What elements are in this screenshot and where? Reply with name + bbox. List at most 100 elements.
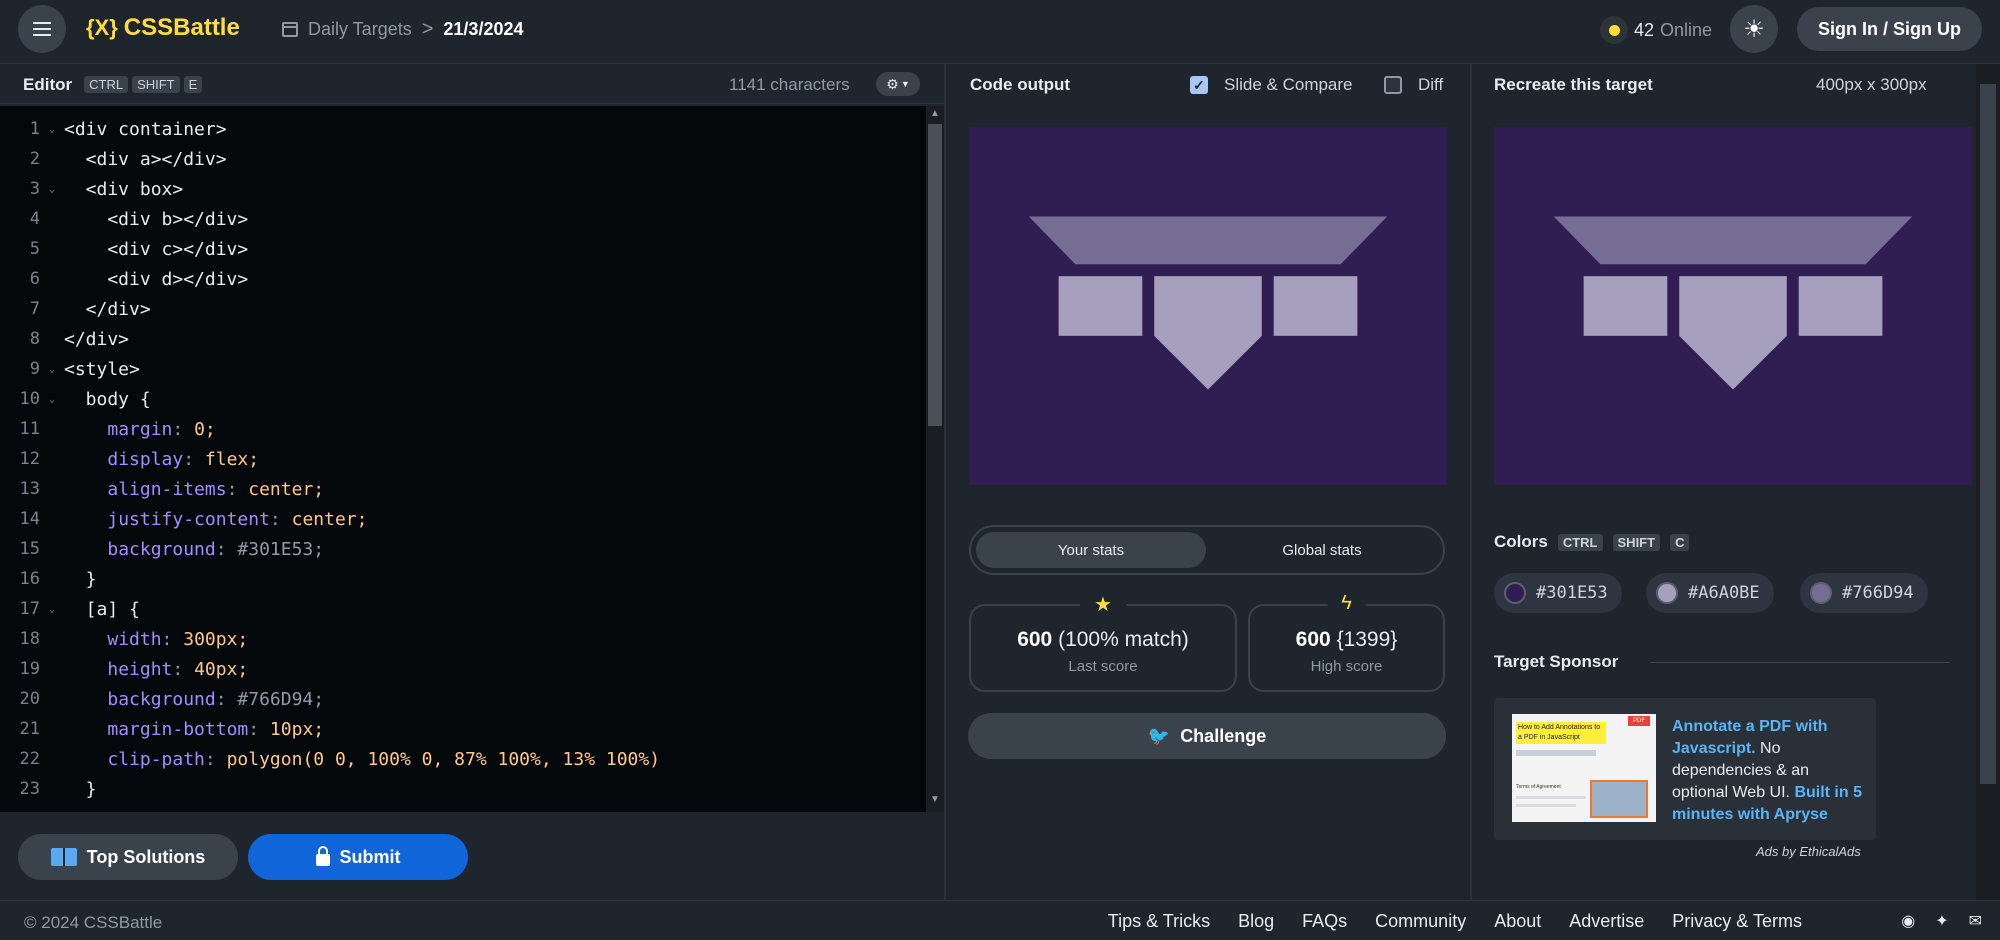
code-line[interactable]: 7 </div>	[0, 294, 926, 324]
breadcrumb-separator: >	[421, 18, 434, 40]
footer-social: ◉ ✦ ✉	[1901, 911, 1982, 931]
code-line[interactable]: 8 </div>	[0, 324, 926, 354]
fold-icon[interactable]: ⌄	[40, 124, 64, 135]
footer-link-tips[interactable]: Tips & Tricks	[1108, 911, 1210, 932]
code-line[interactable]: 20 background: #766D94;	[0, 684, 926, 714]
code-line[interactable]: 16 }	[0, 564, 926, 594]
slide-compare-label[interactable]: Slide & Compare	[1224, 75, 1353, 95]
line-number: 18	[19, 629, 40, 649]
twitter-icon[interactable]: ✦	[1935, 911, 1948, 931]
colors-heading: Colors CTRL SHIFT C	[1494, 532, 1690, 552]
ad-link[interactable]: Annotate a PDF with Javascript.	[1672, 718, 1828, 757]
editor-header: Editor CTRL SHIFT E 1141 characters ⚙ ▼	[0, 66, 944, 104]
line-number: 5	[29, 239, 40, 259]
menu-button[interactable]	[18, 5, 66, 53]
fold-icon[interactable]: ⌄	[40, 364, 64, 375]
code-line[interactable]: 12 display: flex;	[0, 444, 926, 474]
character-count: 1141 characters	[729, 75, 850, 94]
panel-divider[interactable]	[1470, 64, 1472, 900]
last-score-line: 600 (100% match)	[971, 628, 1235, 652]
code-line[interactable]: 5 <div c></div>	[0, 234, 926, 264]
code-line[interactable]: 3 ⌄ <div box>	[0, 174, 926, 204]
footer-link-community[interactable]: Community	[1375, 911, 1466, 932]
color-hex: #301E53	[1536, 583, 1608, 603]
color-swatch[interactable]: #301E53	[1494, 573, 1622, 613]
code-line[interactable]: 4 <div b></div>	[0, 204, 926, 234]
code-line[interactable]: 21 margin-bottom: 10px;	[0, 714, 926, 744]
diff-label[interactable]: Diff	[1418, 75, 1443, 95]
panel-divider[interactable]	[944, 64, 946, 900]
footer-link-about[interactable]: About	[1494, 911, 1541, 932]
footer-link-blog[interactable]: Blog	[1238, 911, 1274, 932]
code-text: margin: 0;	[107, 418, 216, 440]
footer-link-advertise[interactable]: Advertise	[1569, 911, 1644, 932]
mail-icon[interactable]: ✉	[1969, 911, 1982, 931]
scroll-down-icon[interactable]: ▼	[926, 794, 944, 810]
scroll-up-icon[interactable]: ▲	[926, 108, 944, 124]
code-line[interactable]: 18 width: 300px;	[0, 624, 926, 654]
code-line[interactable]: 10 ⌄ body {	[0, 384, 926, 414]
code-output-preview[interactable]	[969, 127, 1447, 485]
logo[interactable]: {X} CSSBattle	[86, 14, 240, 42]
discord-icon[interactable]: ◉	[1901, 911, 1915, 931]
sponsor-ad[interactable]: How to Add Annotations to a PDF in JavaS…	[1494, 698, 1876, 840]
code-line[interactable]: 2 <div a></div>	[0, 144, 926, 174]
fold-icon[interactable]: ⌄	[40, 184, 64, 195]
line-number: 10	[19, 389, 40, 409]
code-line[interactable]: 15 background: #301E53;	[0, 534, 926, 564]
book-icon	[50, 848, 77, 866]
footer-link-privacy[interactable]: Privacy & Terms	[1672, 911, 1802, 932]
submit-button[interactable]: Submit	[248, 834, 468, 880]
code-line[interactable]: 13 align-items: center;	[0, 474, 926, 504]
last-score-card: ★ 600 (100% match) Last score	[969, 592, 1237, 692]
color-swatch[interactable]: #A6A0BE	[1646, 573, 1774, 613]
breadcrumb-date: 21/3/2024	[443, 19, 524, 39]
theme-toggle-button[interactable]: ☀	[1730, 5, 1778, 53]
footer-link-faqs[interactable]: FAQs	[1302, 911, 1347, 932]
fold-icon[interactable]: ⌄	[40, 604, 64, 615]
line-number: 3	[29, 179, 40, 199]
trapezoid-shape	[1028, 216, 1388, 265]
line-number: 19	[19, 659, 40, 679]
tab-global-stats[interactable]: Global stats	[1207, 532, 1437, 568]
tab-your-stats[interactable]: Your stats	[976, 532, 1206, 568]
code-text: <div d></div>	[64, 268, 249, 290]
page-scrollbar-thumb[interactable]	[1980, 84, 1996, 784]
color-dot	[1656, 582, 1678, 604]
breadcrumb-daily-targets[interactable]: Daily Targets	[308, 19, 412, 40]
ad-text[interactable]: Annotate a PDF with Javascript. No depen…	[1672, 716, 1868, 826]
code-text: background: #301E53;	[107, 538, 325, 560]
code-line[interactable]: 6 <div d></div>	[0, 264, 926, 294]
slide-compare-checkbox[interactable]: ✓	[1190, 76, 1208, 94]
fold-icon[interactable]: ⌄	[40, 394, 64, 405]
sign-in-button[interactable]: Sign In / Sign Up	[1797, 7, 1982, 51]
code-line[interactable]: 17 ⌄ [a] {	[0, 594, 926, 624]
footer-links: Tips & Tricks Blog FAQs Community About …	[1108, 911, 1920, 932]
editor-settings-button[interactable]: ⚙ ▼	[876, 72, 920, 96]
code-line[interactable]: 23 }	[0, 774, 926, 804]
color-swatch[interactable]: #766D94	[1800, 573, 1928, 613]
code-line[interactable]: 1 ⌄ <div container>	[0, 114, 926, 144]
ad-footer[interactable]: Ads by EthicalAds	[1756, 844, 1861, 859]
target-shapes	[1553, 216, 1913, 390]
challenge-button[interactable]: 🐦 Challenge	[968, 713, 1446, 759]
online-indicator: 42 Online	[1600, 14, 1712, 46]
code-line[interactable]: 9 ⌄ <style>	[0, 354, 926, 384]
code-line[interactable]: 19 height: 40px;	[0, 654, 926, 684]
code-text: clip-path: polygon(0 0, 100% 0, 87% 100%…	[107, 748, 661, 770]
top-solutions-button[interactable]: Top Solutions	[18, 834, 238, 880]
code-editor[interactable]: 1 ⌄ <div container> 2 <div a></div> 3 ⌄ <div …	[0, 106, 926, 812]
line-number: 2	[29, 149, 40, 169]
line-number: 6	[29, 269, 40, 289]
code-line[interactable]: 14 justify-content: center;	[0, 504, 926, 534]
left-block-shape	[1583, 276, 1668, 336]
last-score-match: (100% match)	[1058, 628, 1189, 651]
code-line[interactable]: 22 clip-path: polygon(0 0, 100% 0, 87% 1…	[0, 744, 926, 774]
diff-checkbox[interactable]	[1384, 76, 1402, 94]
editor-scrollbar-thumb[interactable]	[928, 124, 942, 426]
shortcut-key: CTRL	[1557, 533, 1603, 551]
code-line[interactable]: 11 margin: 0;	[0, 414, 926, 444]
shortcut-key: SHIFT	[1612, 533, 1661, 551]
ad-thumbnail[interactable]: How to Add Annotations to a PDF in JavaS…	[1512, 714, 1656, 822]
target-size: 400px x 300px	[1816, 75, 1927, 94]
